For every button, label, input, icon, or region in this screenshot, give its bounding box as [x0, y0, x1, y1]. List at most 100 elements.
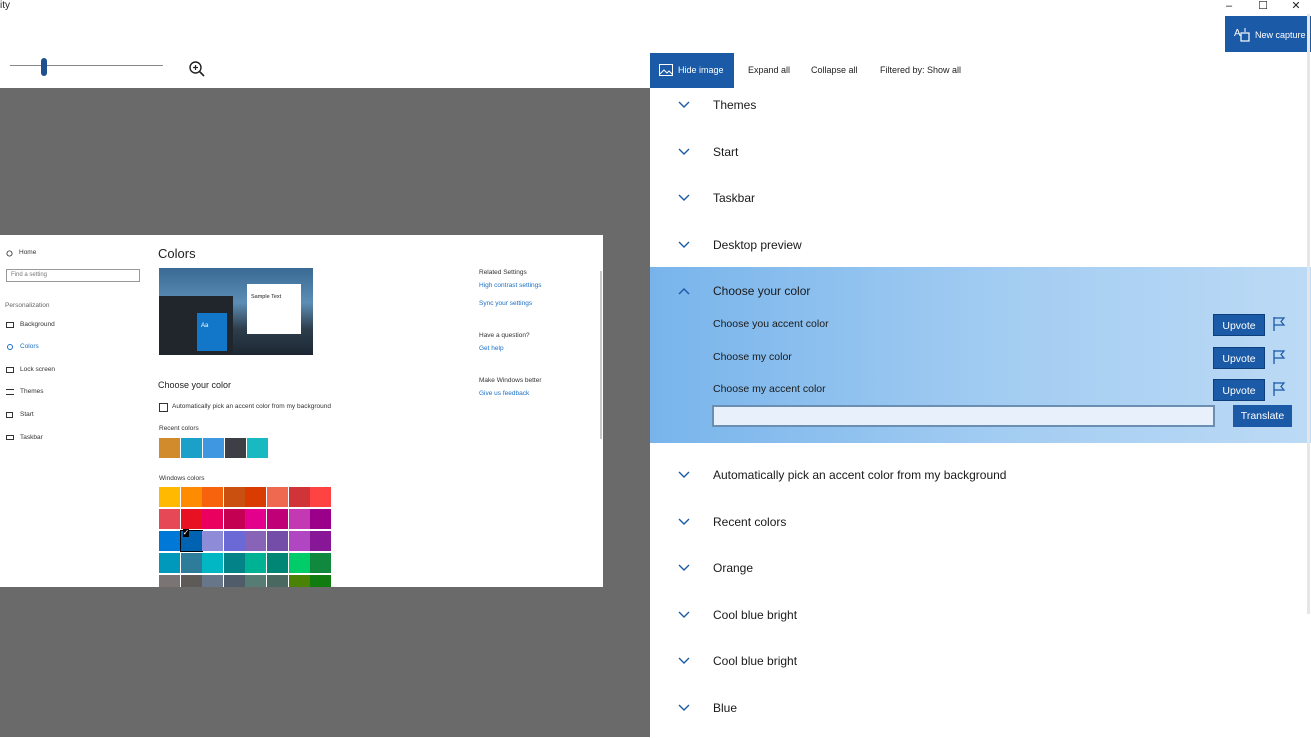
- color-swatch: [180, 553, 202, 573]
- tree-node[interactable]: Taskbar: [650, 182, 1311, 228]
- color-swatch: [223, 531, 245, 551]
- chevron-down-icon[interactable]: [678, 194, 690, 202]
- translate-button[interactable]: Translate: [1233, 405, 1292, 427]
- shot-question: Have a question?: [479, 332, 530, 339]
- hide-image-button[interactable]: Hide image: [650, 53, 734, 88]
- upvote-button[interactable]: Upvote: [1213, 379, 1265, 401]
- background-icon: [6, 322, 14, 328]
- chevron-down-icon[interactable]: [678, 148, 690, 156]
- chevron-down-icon[interactable]: [678, 518, 690, 526]
- color-swatch: [267, 509, 288, 529]
- close-button[interactable]: ✕: [1281, 0, 1311, 13]
- chevron-down-icon[interactable]: [678, 704, 690, 712]
- color-swatch: [245, 575, 267, 587]
- lock-screen-icon: [6, 367, 14, 373]
- upvote-button[interactable]: Upvote: [1213, 314, 1265, 336]
- tree-scrollbar[interactable]: [1307, 14, 1310, 614]
- shot-recent-label: Recent colors: [159, 425, 199, 432]
- chevron-up-icon[interactable]: [678, 287, 690, 295]
- captured-screenshot: Home Find a setting Personalization Back…: [0, 235, 603, 587]
- collapse-all-button[interactable]: Collapse all: [811, 53, 858, 88]
- flag-icon[interactable]: [1272, 381, 1286, 397]
- color-swatch: [180, 509, 202, 529]
- new-capture-button[interactable]: A New capture: [1225, 16, 1311, 52]
- shot-page-title: Colors: [158, 246, 196, 261]
- color-swatch: [223, 575, 245, 587]
- shot-nav-item: Taskbar: [20, 434, 43, 441]
- tree-node-label: Taskbar: [713, 191, 756, 205]
- color-swatch: [288, 509, 310, 529]
- tree-node[interactable]: Cool blue bright: [650, 599, 1311, 645]
- colors-icon: [7, 344, 13, 350]
- color-swatch: [310, 575, 332, 587]
- tree-node[interactable]: Themes: [650, 89, 1311, 135]
- preview-tile: Aa: [197, 313, 227, 351]
- chevron-down-icon[interactable]: [678, 471, 690, 479]
- shot-nav-home: Home: [19, 249, 37, 256]
- color-swatch: [202, 531, 224, 551]
- chevron-down-icon[interactable]: [678, 611, 690, 619]
- shot-auto-label: Automatically pick an accent color from …: [172, 403, 331, 410]
- color-swatch: [225, 438, 246, 458]
- chevron-down-icon[interactable]: [678, 241, 690, 249]
- color-swatch: [245, 553, 267, 573]
- tree-node-label: Orange: [713, 561, 754, 575]
- color-swatch: [247, 438, 268, 458]
- flag-icon[interactable]: [1272, 349, 1286, 365]
- tree-node-label: Themes: [713, 98, 757, 112]
- shot-nav-item: Start: [20, 411, 34, 418]
- tree-child-label: Choose my color: [713, 350, 792, 363]
- color-swatch: [245, 509, 267, 529]
- color-swatch: [159, 575, 180, 587]
- color-swatch: [267, 553, 288, 573]
- color-swatch: [159, 438, 180, 458]
- tree-node[interactable]: Start: [650, 136, 1311, 182]
- zoom-slider-thumb[interactable]: [40, 58, 47, 76]
- tree-node[interactable]: Orange: [650, 552, 1311, 598]
- tree-node[interactable]: Cool blue bright: [650, 645, 1311, 691]
- color-swatch: [245, 531, 267, 551]
- color-swatch: [159, 487, 180, 507]
- new-capture-label: New capture: [1255, 30, 1306, 40]
- color-swatch: [202, 553, 224, 573]
- flag-icon[interactable]: [1272, 316, 1286, 332]
- expand-all-button[interactable]: Expand all: [748, 53, 790, 88]
- tree-node[interactable]: Recent colors: [650, 506, 1311, 552]
- tree-toolbar: Hide image Expand all Collapse all Filte…: [650, 53, 1311, 89]
- color-swatch: [288, 487, 310, 507]
- tree-node-label[interactable]: Choose your color: [713, 284, 810, 298]
- zoom-slider-track[interactable]: [10, 65, 163, 66]
- tree-child-row: Choose my color Upvote: [650, 344, 1311, 372]
- tree-node-label: Start: [713, 144, 739, 159]
- color-swatch: [310, 509, 332, 529]
- svg-text:A: A: [1234, 28, 1241, 39]
- chevron-down-icon[interactable]: [678, 101, 690, 109]
- upvote-button[interactable]: Upvote: [1213, 346, 1265, 369]
- color-swatch: [223, 487, 245, 507]
- tree-node[interactable]: Automatically pick an accent color from …: [650, 459, 1311, 505]
- tree-child-label: Choose my accent color: [713, 383, 826, 395]
- color-swatch: [267, 487, 288, 507]
- color-swatch: [310, 531, 332, 551]
- chevron-down-icon[interactable]: [678, 564, 690, 572]
- shot-nav-item: Lock screen: [20, 366, 56, 373]
- chevron-down-icon[interactable]: [678, 657, 690, 665]
- theme-preview-image: Aa Sample Text: [159, 268, 313, 355]
- color-swatch: [245, 487, 267, 507]
- title-bar: ity – ☐ ✕: [0, 0, 1311, 14]
- maximize-button[interactable]: ☐: [1248, 0, 1278, 13]
- shot-related-link: High contrast settings: [479, 282, 542, 289]
- color-swatch: [223, 509, 245, 529]
- translate-input[interactable]: [712, 405, 1215, 427]
- shot-better: Make Windows better: [479, 377, 542, 384]
- zoom-in-icon[interactable]: [188, 60, 206, 78]
- color-swatch: [202, 487, 224, 507]
- shot-choose-heading: Choose your color: [158, 380, 232, 390]
- new-capture-icon: A: [1234, 28, 1250, 42]
- tree-node[interactable]: Blue: [650, 692, 1311, 738]
- minimize-button[interactable]: –: [1214, 0, 1244, 13]
- color-swatch: [310, 487, 332, 507]
- shot-help-link: Get help: [479, 345, 504, 352]
- filter-button[interactable]: Filtered by: Show all: [880, 53, 961, 88]
- color-swatch: [288, 531, 310, 551]
